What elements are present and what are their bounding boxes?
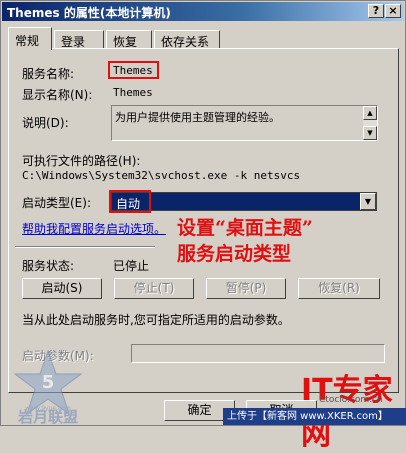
stop-button[interactable]: 停止(T) xyxy=(114,278,194,299)
exe-path-value: C:\Windows\System32\svchost.exe -k netsv… xyxy=(22,169,301,182)
description-scrollbar[interactable]: ▲ ▼ xyxy=(363,106,377,140)
properties-window: Themes 的属性(本地计算机) ? × 常规 登录 恢复 依存关系 服务名称… xyxy=(0,0,406,452)
start-params-hint: 当从此处启动服务时,您可指定所适用的启动参数。 xyxy=(22,313,290,327)
tab-dependencies[interactable]: 依存关系 xyxy=(154,30,220,49)
description-text: 为用户提供使用主题管理的经验。 xyxy=(115,111,280,124)
start-button[interactable]: 启动(S) xyxy=(22,278,102,299)
service-status-label: 服务状态: xyxy=(22,259,75,273)
close-button[interactable]: × xyxy=(385,4,401,18)
display-name-label: 显示名称(N): xyxy=(22,88,93,102)
resume-button[interactable]: 恢复(R) xyxy=(298,278,380,299)
tab-logon[interactable]: 登录 xyxy=(54,30,104,49)
yueyue-logo-watermark: 5 岩月联盟 www.9yue.com xyxy=(13,349,83,426)
upload-watermark-bar: 上传于【新客网 www.XKER.com】 xyxy=(223,408,406,425)
pause-button[interactable]: 暂停(P) xyxy=(206,278,286,299)
startup-type-highlight xyxy=(109,190,151,213)
service-name-label: 服务名称: xyxy=(22,67,75,81)
help-button[interactable]: ? xyxy=(368,4,384,18)
startup-type-label: 启动类型(E): xyxy=(22,196,91,210)
start-params-input[interactable] xyxy=(131,344,385,363)
separator xyxy=(15,246,155,248)
tab-recovery[interactable]: 恢复 xyxy=(106,30,152,49)
chevron-down-icon[interactable]: ▼ xyxy=(360,193,376,210)
scroll-up-icon[interactable]: ▲ xyxy=(363,106,377,120)
title-bar[interactable]: Themes 的属性(本地计算机) ? × xyxy=(2,2,404,21)
annotation-line-2: 服务启动类型 xyxy=(177,243,292,265)
exe-path-label: 可执行文件的路径(H): xyxy=(22,154,141,168)
annotation-line-1: 设置“桌面主题” xyxy=(177,217,313,239)
logo-url: www.9yue.com xyxy=(25,405,71,412)
svg-text:5: 5 xyxy=(42,372,55,393)
display-name-value: Themes xyxy=(113,86,153,99)
service-name-value: Themes xyxy=(113,64,153,77)
window-title: Themes 的属性(本地计算机) xyxy=(7,6,171,20)
startup-help-link[interactable]: 帮助我配置服务启动选项。 xyxy=(22,220,166,237)
cfan-watermark: Ctocio.com.cn xyxy=(319,395,383,405)
description-label: 说明(D): xyxy=(22,116,69,130)
tab-general[interactable]: 常规 xyxy=(8,27,52,50)
description-box[interactable]: 为用户提供使用主题管理的经验。 ▲ ▼ xyxy=(111,105,378,141)
service-status-value: 已停止 xyxy=(113,259,150,273)
scroll-down-icon[interactable]: ▼ xyxy=(363,126,377,140)
